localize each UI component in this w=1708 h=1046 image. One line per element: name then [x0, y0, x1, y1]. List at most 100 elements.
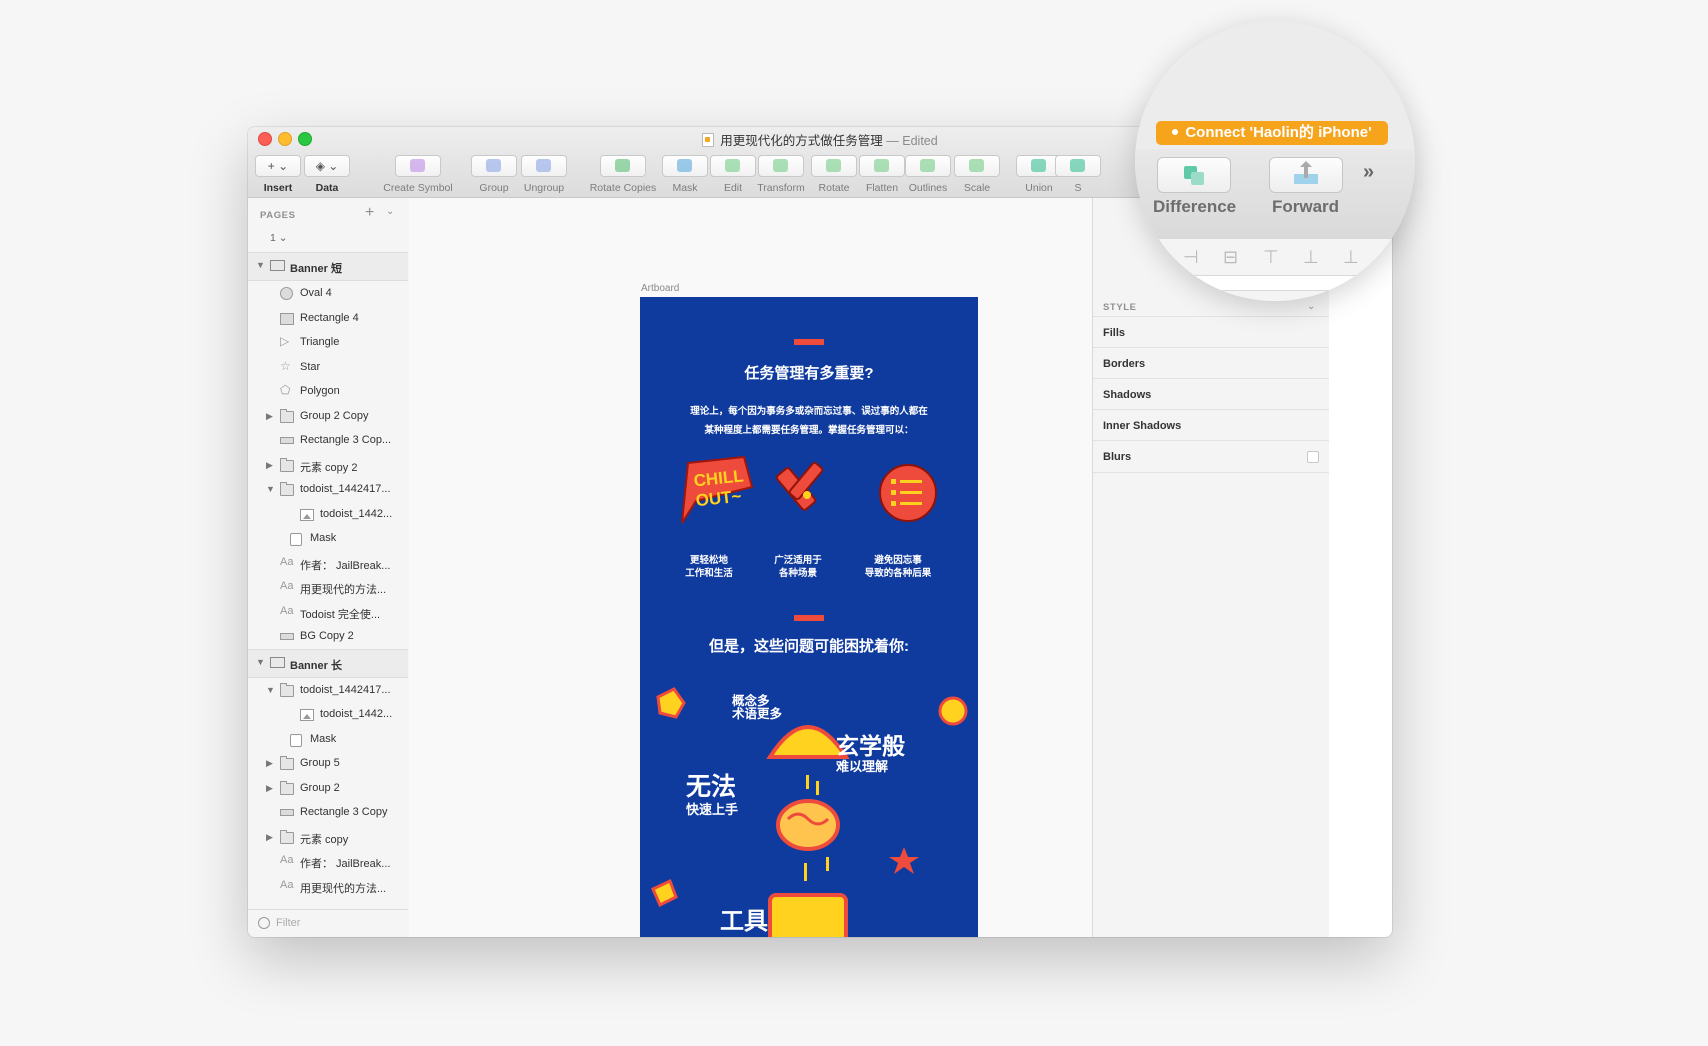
layer-name: todoist_1442...	[320, 708, 393, 720]
toolbar-ungroup-button[interactable]: Ungroup	[520, 155, 568, 194]
tools-icon	[775, 462, 824, 511]
borders-row[interactable]: Borders	[1093, 347, 1329, 379]
layer-name: Oval 4	[300, 287, 332, 299]
layer-row[interactable]: todoist_1442...	[248, 702, 408, 727]
benefit-1: 更轻松地 工作和生活	[685, 555, 733, 579]
layer-row[interactable]: Aa 作者： JailBreak...	[248, 551, 408, 576]
artboard[interactable]: 任务管理有多重要? 理论上，每个因为事务多或杂而忘过事、误过事的人都在 某种程度…	[640, 297, 978, 937]
layer-row[interactable]: Aa 用更现代的方法...	[248, 874, 408, 899]
layer-row[interactable]: Rectangle 4	[248, 306, 408, 331]
canvas[interactable]: Artboard 任务管理有多重要? 理论上，每个因为事务多或杂而忘过事、误过事…	[409, 198, 1092, 937]
plus-icon: + ⌄	[255, 155, 301, 177]
disclosure-open-icon[interactable]: ▼	[256, 260, 265, 270]
disclosure-open-icon[interactable]: ▼	[266, 685, 275, 695]
scale-icon	[954, 155, 1000, 177]
toolbar-s-button[interactable]: S	[1054, 155, 1102, 194]
layer-row[interactable]: ☆ Star	[248, 355, 408, 380]
disclosure-closed-icon[interactable]: ▶	[266, 758, 273, 769]
artboard-row[interactable]: ▼ Banner 短	[248, 252, 408, 281]
thin-icon	[280, 437, 294, 444]
layer-row[interactable]: ▼ todoist_1442417...	[248, 678, 408, 703]
heading-problems: 但是，这些问题可能困扰着你:	[709, 638, 909, 655]
layer-row[interactable]: Aa 用更现代的方法...	[248, 575, 408, 600]
layer-row[interactable]: ▷ Triangle	[248, 330, 408, 355]
layer-name: Mask	[310, 532, 337, 544]
layer-row[interactable]: todoist_1442...	[248, 502, 408, 527]
layer-row[interactable]: ▶ 元素 copy 2	[248, 453, 408, 478]
ungroup-icon	[521, 155, 567, 177]
disclosure-closed-icon[interactable]: ▶	[266, 411, 273, 422]
difference-button[interactable]	[1157, 157, 1231, 193]
problem-mystic-sub: 难以理解	[836, 759, 889, 774]
layer-row[interactable]: ⬠ Polygon	[248, 379, 408, 404]
layers-icon: ◈ ⌄	[304, 155, 350, 177]
fills-label: Fills	[1103, 327, 1126, 339]
layer-row[interactable]: Mask	[248, 526, 408, 551]
more-tools-chevron-icon[interactable]: »	[1363, 161, 1374, 184]
layer-name: 元素 copy 2	[300, 461, 358, 474]
align-center-icon[interactable]: ⊟	[1223, 247, 1238, 268]
mask-icon	[290, 733, 302, 747]
layer-row[interactable]: Rectangle 3 Copy	[248, 800, 408, 825]
toolbar-label: Outlines	[908, 182, 948, 194]
disclosure-closed-icon[interactable]: ▶	[266, 832, 273, 843]
inner-shadows-row[interactable]: Inner Shadows	[1093, 409, 1329, 441]
blurs-row[interactable]: Blurs	[1093, 440, 1329, 473]
disclosure-closed-icon[interactable]: ▶	[266, 460, 273, 471]
layer-row[interactable]: ▶ Group 2	[248, 776, 408, 801]
toolbar-edit-button[interactable]: Edit	[709, 155, 757, 194]
disclosure-open-icon[interactable]: ▼	[266, 484, 275, 494]
layer-name: 作者： JailBreak...	[300, 559, 391, 572]
toolbar-rotate-button[interactable]: Rotate	[810, 155, 858, 194]
layer-row[interactable]: ▶ Group 5	[248, 751, 408, 776]
layer-row[interactable]: ▶ 元素 copy	[248, 825, 408, 850]
layer-row[interactable]: Mask	[248, 727, 408, 752]
symbol-icon	[395, 155, 441, 177]
current-page-selector[interactable]: 1 ⌄	[270, 232, 288, 244]
layer-row[interactable]: Rectangle 3 Cop...	[248, 428, 408, 453]
disclosure-open-icon[interactable]: ▼	[256, 657, 265, 667]
shadows-row[interactable]: Shadows	[1093, 378, 1329, 410]
connect-device-button[interactable]: Connect 'Haolin的 iPhone'	[1156, 121, 1388, 145]
difference-label: Difference	[1153, 197, 1237, 216]
toolbar-label: Mask	[672, 182, 698, 194]
layer-row[interactable]: ▼ todoist_1442417...	[248, 477, 408, 502]
forward-button[interactable]	[1269, 157, 1343, 193]
filter-bar[interactable]: Filter	[248, 909, 408, 937]
toolbar-rotate-copies-button[interactable]: Rotate Copies	[588, 155, 658, 194]
toolbar-label: Group	[479, 182, 509, 194]
layer-row[interactable]: ▶ Group 2 Copy	[248, 404, 408, 429]
artboard-label[interactable]: Artboard	[641, 283, 679, 294]
disclosure-closed-icon[interactable]: ▶	[266, 783, 273, 794]
filter-input[interactable]: Filter	[276, 917, 300, 929]
layer-row[interactable]: Aa Todoist 完全使...	[248, 600, 408, 625]
toolbar-flatten-button[interactable]: Flatten	[858, 155, 906, 194]
toolbar-scale-button[interactable]: Scale	[953, 155, 1001, 194]
toolbar-data-button[interactable]: ◈ ⌄ Data	[303, 155, 351, 194]
layer-row[interactable]: BG Copy 2	[248, 624, 408, 649]
style-chevron-icon[interactable]: ⌄	[1307, 301, 1315, 312]
toolbar-insert-button[interactable]: + ⌄ Insert	[254, 155, 302, 194]
toolbar-outlines-button[interactable]: Outlines	[904, 155, 952, 194]
layer-row[interactable]: Aa 作者： JailBreak...	[248, 849, 408, 874]
pages-chevron-icon[interactable]: ⌄	[386, 206, 394, 217]
toolbar-transform-button[interactable]: Transform	[757, 155, 805, 194]
toolbar-group-button[interactable]: Group	[470, 155, 518, 194]
toolbar-create-symbol-button[interactable]: Create Symbol	[378, 155, 458, 194]
align-left-icon[interactable]: ⊣	[1183, 247, 1199, 268]
artboard-row[interactable]: ▼ Banner 长	[248, 648, 408, 678]
blurs-checkbox[interactable]	[1307, 451, 1319, 463]
add-page-icon[interactable]: +	[365, 204, 374, 222]
connect-label: Connect 'Haolin的 iPhone'	[1185, 124, 1372, 141]
layer-row[interactable]: Oval 4	[248, 281, 408, 306]
artboard-icon	[270, 260, 285, 271]
toolbar-label: Insert	[263, 182, 293, 194]
fills-row[interactable]: Fills	[1093, 316, 1329, 348]
toolbar-mask-button[interactable]: Mask	[661, 155, 709, 194]
align-top-icon[interactable]: ⊤	[1263, 247, 1279, 268]
magnified-field[interactable]	[1159, 275, 1361, 291]
align-middle-icon[interactable]: ⊥	[1303, 247, 1319, 268]
folder-icon	[280, 408, 294, 423]
align-bottom-icon[interactable]: ⊥	[1343, 247, 1359, 268]
inspector-panel: STYLE ⌄ Fills Borders Shadows Inner Shad…	[1092, 198, 1329, 937]
